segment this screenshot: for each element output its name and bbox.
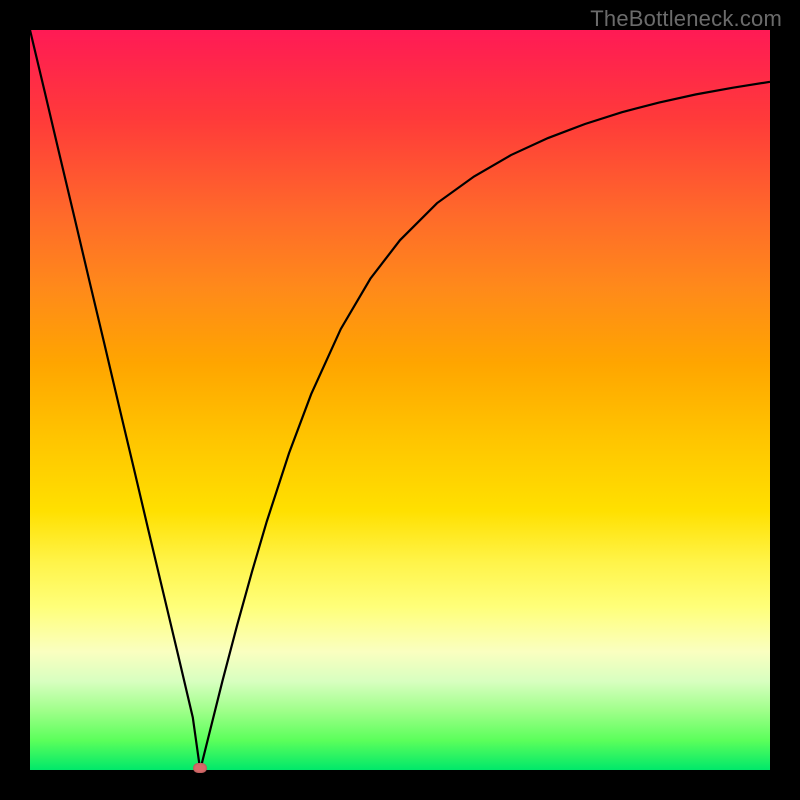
watermark-text: TheBottleneck.com bbox=[590, 6, 782, 32]
curve-path bbox=[30, 30, 770, 770]
chart-frame: TheBottleneck.com bbox=[0, 0, 800, 800]
optimum-marker bbox=[193, 763, 207, 773]
plot-area bbox=[30, 30, 770, 770]
bottleneck-curve bbox=[30, 30, 770, 770]
